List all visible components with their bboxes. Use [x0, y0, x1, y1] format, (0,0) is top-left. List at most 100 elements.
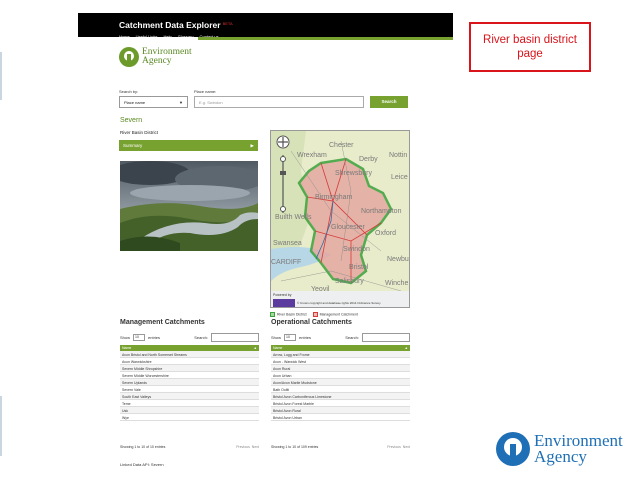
- map-town-label: Chester: [329, 142, 354, 149]
- map-town-label: Northampton: [361, 208, 402, 215]
- name-column-header: Name: [122, 346, 132, 350]
- search-label: Search:: [345, 335, 359, 340]
- district-map[interactable]: Chester Wrexham Derby Nottin Shrewsbury Leice…: [270, 130, 410, 308]
- legend-district-label: River Basin District: [277, 312, 307, 317]
- map-legend: River Basin District Management Catchmen…: [270, 312, 358, 317]
- table-row[interactable]: Arrow, Lugg and Frome: [271, 351, 410, 358]
- name-column-header: Name: [273, 346, 283, 350]
- district-photo: [120, 161, 258, 251]
- map-town-label: Builth Wells: [275, 214, 312, 221]
- table-row[interactable]: Bristol Avon Forest Marble: [271, 400, 410, 407]
- entries-select[interactable]: 10: [284, 334, 297, 341]
- sort-icon: ▲: [404, 346, 408, 350]
- map-copyright: © Crown copyright and database rights 20…: [297, 301, 381, 305]
- slide-edge: [0, 396, 2, 456]
- legend-item: River Basin District: [270, 312, 307, 317]
- management-search-input[interactable]: [211, 333, 259, 342]
- district-name: Severn: [120, 117, 143, 124]
- map-town-label: Salisbury: [335, 278, 364, 285]
- ordnance-survey-logo-icon: [273, 299, 295, 307]
- district-type: River Basin District: [120, 130, 159, 135]
- callout-line: page: [517, 48, 543, 60]
- map-town-label: Birmingham: [315, 194, 353, 201]
- table-row[interactable]: Avon Rural: [271, 365, 410, 372]
- table-row[interactable]: Avon Warwickshire: [120, 358, 259, 365]
- logo-line: Agency: [142, 56, 172, 66]
- next-link[interactable]: Next: [252, 445, 259, 449]
- environment-agency-logo-icon: [496, 432, 530, 466]
- map-town-label: Swansea: [273, 240, 302, 247]
- place-name-input[interactable]: E.g. Swindon: [194, 96, 364, 108]
- linked-data-link[interactable]: Linked Data API: Severn: [120, 462, 164, 467]
- map-town-label: Derby: [359, 156, 378, 163]
- management-table: Name ▲ Avon Bristol and North Somerset St…: [120, 345, 259, 421]
- table-row[interactable]: Bath Ooliti: [271, 386, 410, 393]
- management-controls: Show 10 entries Search:: [120, 333, 259, 342]
- header-accent-line: [198, 37, 453, 40]
- show-label: Show: [271, 335, 282, 340]
- operational-footer: Showing 1 to 10 of 109 entries Previous …: [271, 445, 410, 449]
- search-button[interactable]: Search: [370, 96, 408, 108]
- table-row[interactable]: Severn Vale: [120, 386, 259, 393]
- map-town-label: Winche: [385, 280, 408, 287]
- table-info: Showing 1 to 10 of 10 entries: [120, 445, 166, 449]
- operational-controls: Show 10 entries Search:: [271, 333, 410, 342]
- entries-select[interactable]: 10: [133, 334, 146, 341]
- nav-useful-links[interactable]: Useful Links: [136, 34, 158, 39]
- summary-toggle[interactable]: Summary ▶: [119, 140, 258, 151]
- table-row[interactable]: Usk: [120, 407, 259, 414]
- operational-search-input[interactable]: [362, 333, 410, 342]
- entries-label: entries: [148, 335, 161, 340]
- map-town-label: CARDIFF: [271, 259, 301, 266]
- table-row[interactable]: Avon Bristol and North Somerset Streams: [120, 351, 259, 358]
- table-row[interactable]: Avon - Warwick West: [271, 358, 410, 365]
- operational-title: Operational Catchments: [271, 319, 352, 326]
- map-town-label: Shrewsbury: [335, 170, 372, 177]
- map-town-label: Bristol: [349, 264, 369, 271]
- management-footer: Showing 1 to 10 of 10 entries Previous N…: [120, 445, 259, 449]
- previous-link[interactable]: Previous: [387, 445, 401, 449]
- previous-link[interactable]: Previous: [236, 445, 250, 449]
- table-row[interactable]: Avon/Avon Marlie Mudstone: [271, 379, 410, 386]
- callout-line: River basin district: [483, 34, 577, 46]
- map-powered-by: Powered by: [273, 293, 292, 297]
- callout-box: River basin district page: [469, 22, 591, 72]
- table-row[interactable]: Severn Middle Worcestershire: [120, 372, 259, 379]
- map-town-label: Leice: [391, 174, 408, 181]
- table-row[interactable]: Bristol Avon Carboniferous Limestone: [271, 393, 410, 400]
- search-label: Search:: [194, 335, 208, 340]
- place-name-label: Place name:: [194, 89, 217, 94]
- table-row[interactable]: Avon Urban: [271, 372, 410, 379]
- next-link[interactable]: Next: [403, 445, 410, 449]
- table-row[interactable]: South East Valleys: [120, 393, 259, 400]
- management-title: Management Catchments: [120, 319, 205, 326]
- search-by-value: Place name: [124, 100, 146, 105]
- table-row[interactable]: Bristol Avon Rural: [271, 407, 410, 414]
- table-row[interactable]: Severn Uplands: [120, 379, 259, 386]
- map-town-label: Nottin: [389, 152, 407, 159]
- chevron-right-icon: ▶: [250, 143, 254, 148]
- map-town-label: Swindon: [343, 246, 370, 253]
- legend-item: Management Catchment: [312, 312, 358, 317]
- search-by-label: Search by:: [119, 89, 139, 94]
- beta-badge: BETA: [222, 21, 233, 27]
- top-bar: Catchment Data Explorer BETA Home Useful …: [78, 13, 453, 39]
- search-by-select[interactable]: Place name ▼: [119, 96, 188, 108]
- brand-line: Agency: [534, 447, 587, 466]
- app-title: Catchment Data Explorer: [119, 20, 221, 30]
- show-label: Show: [120, 335, 131, 340]
- table-row[interactable]: Teme: [120, 400, 259, 407]
- table-info: Showing 1 to 10 of 109 entries: [271, 445, 319, 449]
- operational-table: Name ▲ Arrow, Lugg and Frome Avon - Warwic…: [271, 345, 410, 421]
- nav-home[interactable]: Home: [119, 34, 130, 39]
- map-town-label: Gloucester: [331, 224, 366, 231]
- table-row[interactable]: Severn Middle Shropshire: [120, 365, 259, 372]
- legend-catchment-label: Management Catchment: [319, 312, 358, 317]
- nav-help[interactable]: Help: [163, 34, 171, 39]
- environment-agency-logo-icon: [119, 47, 139, 67]
- table-row[interactable]: Bristol Avon Urban: [271, 414, 410, 421]
- site-logo[interactable]: Environment Agency: [119, 47, 192, 67]
- nav-glossary[interactable]: Glossary: [178, 34, 194, 39]
- web-page: Catchment Data Explorer BETA Home Useful …: [78, 13, 453, 467]
- table-row[interactable]: Wye: [120, 414, 259, 421]
